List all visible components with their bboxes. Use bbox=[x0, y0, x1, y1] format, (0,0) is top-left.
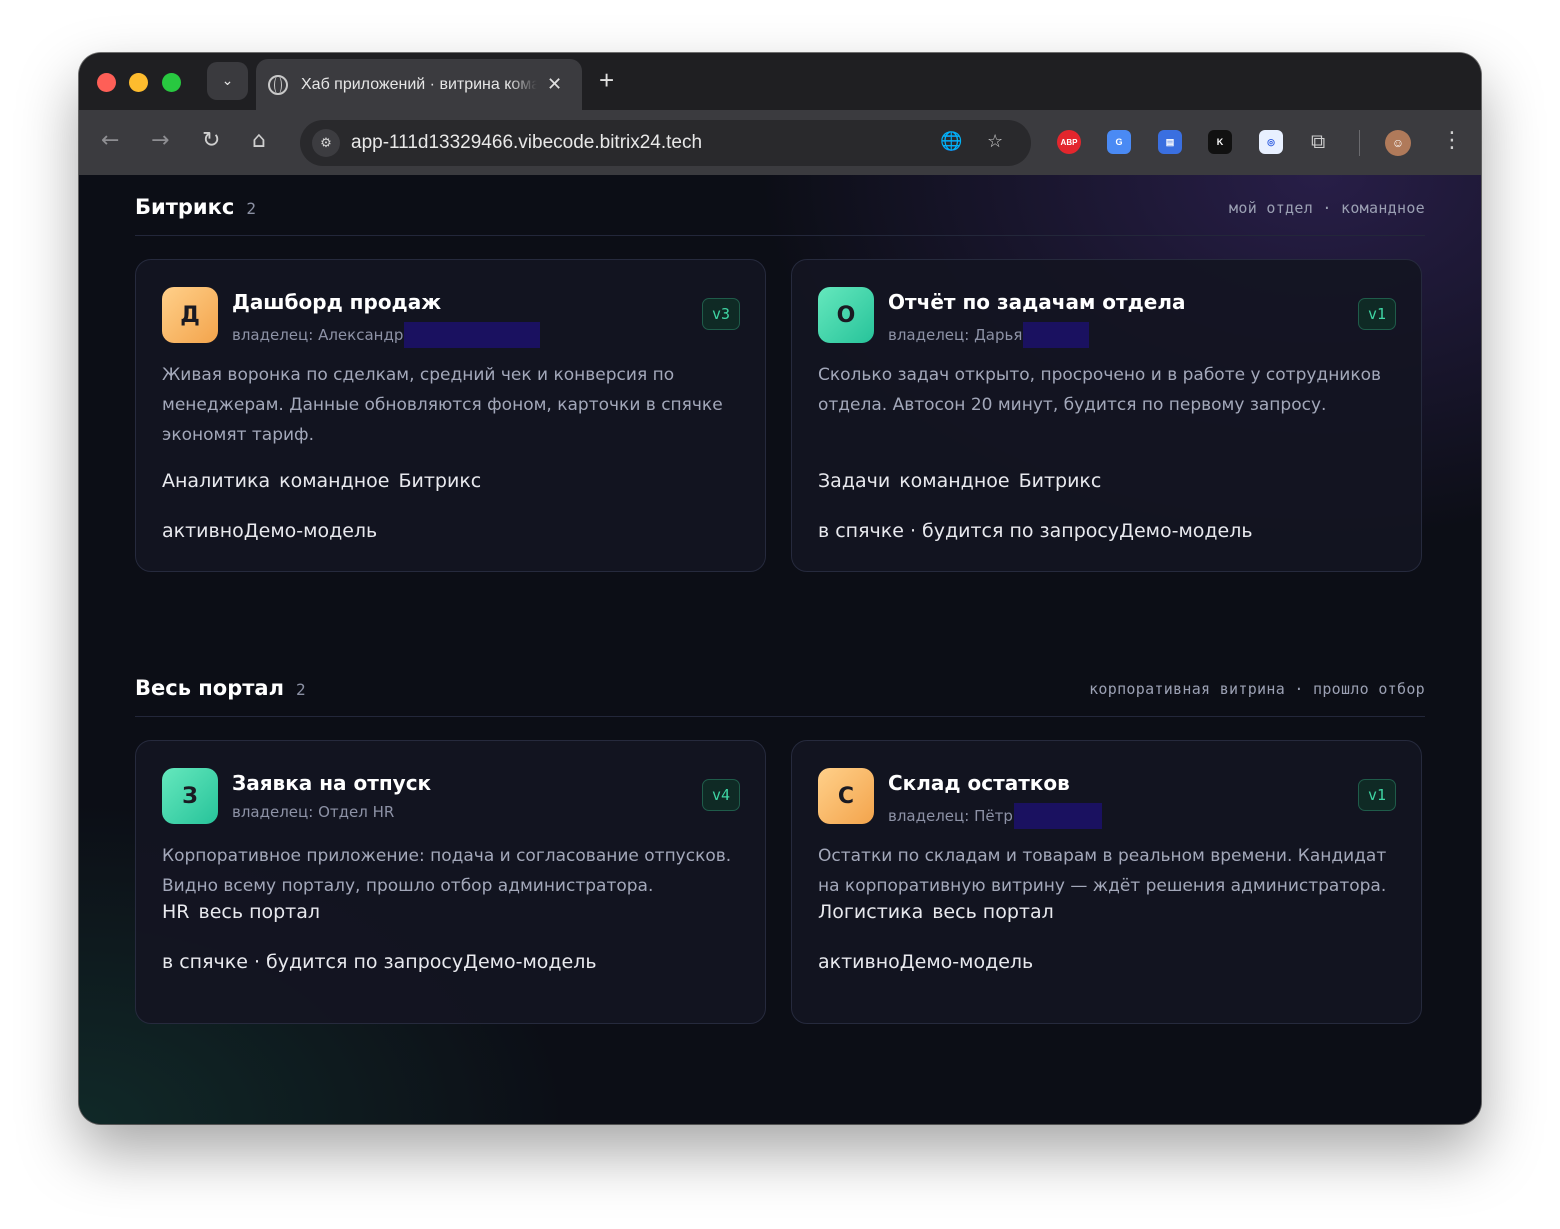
section-bitrix: Битрикс 2 мой отдел · командное Д Дашборд… bbox=[135, 175, 1425, 572]
section-header: Битрикс 2 мой отдел · командное bbox=[135, 175, 1425, 236]
tag[interactable]: командное bbox=[899, 470, 1009, 492]
app-card[interactable]: О Отчёт по задачам отдела владелец: Дарь… bbox=[791, 259, 1422, 572]
browser-toolbar: ← → ↻ ⌂ ⚙ app-111d13329466.vibecode.bitr… bbox=[79, 110, 1481, 175]
app-card[interactable]: Д Дашборд продаж владелец: Александр v3 … bbox=[135, 259, 766, 572]
section-meta: мой отдел · командное bbox=[1229, 199, 1425, 217]
redaction-block bbox=[1023, 322, 1090, 348]
tag[interactable]: весь портал bbox=[932, 901, 1054, 923]
app-avatar: Д bbox=[162, 287, 218, 343]
google-docs-icon[interactable]: ▤ bbox=[1158, 130, 1182, 154]
menu-kebab-icon[interactable]: ⋮ bbox=[1441, 126, 1463, 156]
app-status: активноДемо-модель bbox=[162, 520, 378, 542]
app-title[interactable]: Заявка на отпуск bbox=[232, 771, 431, 795]
extensions-puzzle-icon[interactable]: ⧉ bbox=[1311, 126, 1325, 156]
tab-title: Хаб приложений · витрина команды bbox=[301, 75, 537, 93]
globe-icon bbox=[268, 74, 288, 95]
section-meta: корпоративная витрина · прошло отбор bbox=[1089, 680, 1425, 698]
forward-arrow-icon[interactable]: → bbox=[151, 126, 169, 156]
tag[interactable]: Битрикс bbox=[1019, 470, 1102, 492]
app-description: Сколько задач открыто, просрочено и в ра… bbox=[818, 365, 1382, 415]
chevron-down-icon: ⌄ bbox=[221, 73, 234, 89]
back-arrow-icon[interactable]: ← bbox=[101, 126, 119, 156]
tag[interactable]: Битрикс bbox=[398, 470, 481, 492]
app-avatar: С bbox=[818, 768, 874, 824]
app-title[interactable]: Дашборд продаж bbox=[232, 290, 441, 314]
app-title[interactable]: Отчёт по задачам отдела bbox=[888, 290, 1185, 314]
app-status: активноДемо-модель bbox=[818, 951, 1034, 973]
app-tags: Задачи командное Битрикс bbox=[818, 470, 1110, 492]
bookmark-star-icon[interactable]: ☆ bbox=[987, 131, 1003, 152]
app-page: Битрикс 2 мой отдел · командное Д Дашборд… bbox=[79, 175, 1481, 1124]
app-title[interactable]: Склад остатков bbox=[888, 771, 1070, 795]
tab-search-button[interactable]: ⌄ bbox=[207, 62, 248, 100]
browser-window: ⌄ Хаб приложений · витрина команды ✕ + ←… bbox=[79, 53, 1481, 1124]
app-tags: Аналитика командное Битрикс bbox=[162, 470, 490, 492]
app-avatar: З bbox=[162, 768, 218, 824]
google-translate-icon[interactable]: G bbox=[1107, 130, 1131, 154]
app-owner: владелец: Отдел HR bbox=[232, 803, 395, 821]
site-settings-icon[interactable]: ⚙ bbox=[312, 129, 340, 157]
close-tab-icon[interactable]: ✕ bbox=[547, 74, 562, 95]
target-extension-icon[interactable]: ◎ bbox=[1259, 130, 1283, 154]
tag[interactable]: весь портал bbox=[199, 901, 321, 923]
app-description: Корпоративное приложение: подача и согла… bbox=[162, 846, 732, 896]
section-title: Весь портал 2 bbox=[135, 676, 306, 700]
toolbar-divider bbox=[1359, 130, 1360, 156]
app-owner: владелец: Александр bbox=[232, 322, 541, 348]
version-badge: v4 bbox=[701, 779, 740, 811]
url-text[interactable]: app-111d13329466.vibecode.bitrix24.tech bbox=[351, 132, 702, 154]
translate-page-icon[interactable]: 🌐 bbox=[940, 131, 962, 152]
section-title: Битрикс 2 bbox=[135, 195, 256, 219]
tag[interactable]: HR bbox=[162, 901, 190, 923]
app-owner: владелец: Пётр bbox=[888, 803, 1102, 829]
tag[interactable]: Логистика bbox=[818, 901, 923, 923]
active-tab[interactable]: Хаб приложений · витрина команды ✕ bbox=[256, 59, 582, 110]
tag[interactable]: командное bbox=[279, 470, 389, 492]
adblock-plus-icon[interactable]: ABP bbox=[1057, 130, 1081, 154]
section-header: Весь портал 2 корпоративная витрина · про… bbox=[135, 656, 1425, 717]
redaction-block bbox=[404, 322, 541, 348]
address-bar[interactable]: ⚙ app-111d13329466.vibecode.bitrix24.tec… bbox=[300, 120, 1031, 166]
app-description: Остатки по складам и товарам в реальном … bbox=[818, 846, 1387, 896]
new-tab-button[interactable]: + bbox=[599, 65, 614, 95]
close-window-button[interactable] bbox=[97, 73, 116, 92]
app-tags: Логистика весь портал bbox=[818, 901, 1063, 923]
version-badge: v3 bbox=[701, 298, 740, 330]
reload-icon[interactable]: ↻ bbox=[202, 126, 220, 156]
app-description: Живая воронка по сделкам, средний чек и … bbox=[162, 365, 723, 445]
tag[interactable]: Аналитика bbox=[162, 470, 270, 492]
app-card[interactable]: З Заявка на отпуск владелец: Отдел HR v4… bbox=[135, 740, 766, 1024]
tag[interactable]: Задачи bbox=[818, 470, 890, 492]
redaction-block bbox=[1013, 803, 1102, 829]
app-status: в спячке · будится по запросуДемо-модель bbox=[162, 951, 597, 973]
app-avatar: О bbox=[818, 287, 874, 343]
version-badge: v1 bbox=[1357, 298, 1396, 330]
section-count: 2 bbox=[295, 680, 306, 699]
app-owner: владелец: Дарья bbox=[888, 322, 1090, 348]
home-icon[interactable]: ⌂ bbox=[252, 126, 266, 156]
section-whole-portal: Весь портал 2 корпоративная витрина · про… bbox=[135, 656, 1425, 1024]
kontur-icon[interactable]: K bbox=[1208, 130, 1232, 154]
section-count: 2 bbox=[246, 199, 256, 218]
profile-avatar[interactable]: ☺ bbox=[1385, 130, 1411, 156]
maximize-window-button[interactable] bbox=[162, 73, 181, 92]
tab-strip: ⌄ Хаб приложений · витрина команды ✕ + bbox=[79, 53, 1481, 110]
version-badge: v1 bbox=[1357, 779, 1396, 811]
minimize-window-button[interactable] bbox=[129, 73, 148, 92]
app-card[interactable]: С Склад остатков владелец: Пётр v1 Остат… bbox=[791, 740, 1422, 1024]
app-status: в спячке · будится по запросуДемо-модель bbox=[818, 520, 1253, 542]
app-tags: HR весь портал bbox=[162, 901, 329, 923]
